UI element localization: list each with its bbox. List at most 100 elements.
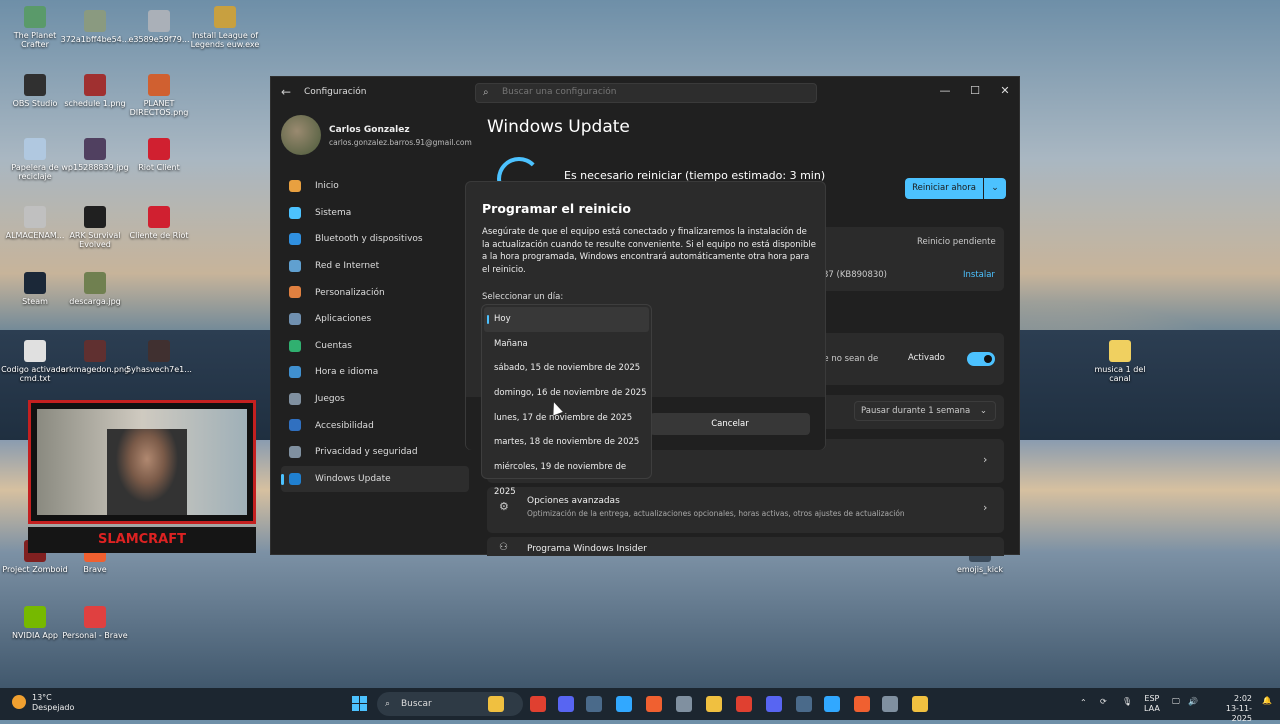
- sidebar-item-label: Hora e idioma: [315, 367, 379, 378]
- chevron-right-icon: ›: [983, 453, 988, 466]
- desktop-icon[interactable]: Personal - Brave: [60, 606, 130, 640]
- title-bar: ← Configuración ⌕ — ☐ ✕: [271, 77, 1021, 107]
- settings-icon[interactable]: [882, 696, 898, 712]
- settings-search[interactable]: ⌕: [475, 83, 817, 103]
- day-option[interactable]: miércoles, 19 de noviembre de 2025: [484, 455, 649, 497]
- desktop-icon[interactable]: wp15288839.jpg: [60, 138, 130, 172]
- sidebar-item-aplicaciones[interactable]: Aplicaciones: [281, 306, 469, 333]
- sidebar-item-cuentas[interactable]: Cuentas: [281, 333, 469, 360]
- desktop-icon[interactable]: ARK Survival Evolved: [60, 206, 130, 249]
- chevron-up-icon[interactable]: ⌃: [1080, 698, 1087, 707]
- advanced-options-card[interactable]: ⚙ Opciones avanzadas Optimización de la …: [487, 487, 1004, 533]
- desktop-icon-label: wp15288839.jpg: [61, 163, 129, 172]
- day-option[interactable]: Mañana: [484, 332, 649, 357]
- close-button[interactable]: ✕: [991, 81, 1019, 101]
- sidebar-item-label: Cuentas: [315, 340, 352, 351]
- sidebar-item-personalizaci-n[interactable]: Personalización: [281, 279, 469, 306]
- desktop-icon[interactable]: Cliente de Riot: [124, 206, 194, 240]
- desktop-icon-image: [24, 606, 46, 628]
- photoshop-icon[interactable]: [616, 696, 632, 712]
- day-option[interactable]: domingo, 16 de noviembre de 2025: [484, 381, 649, 406]
- sidebar-item-accesibilidad[interactable]: Accesibilidad: [281, 412, 469, 439]
- discord-icon[interactable]: [766, 696, 782, 712]
- photoshop-icon[interactable]: [824, 696, 840, 712]
- steam-icon[interactable]: [796, 696, 812, 712]
- volume-icon[interactable]: 🔊: [1188, 697, 1198, 706]
- chrome-icon[interactable]: [530, 696, 546, 712]
- clock-date: 13-11-2025: [1225, 704, 1252, 723]
- restart-options-dropdown[interactable]: ⌄: [984, 178, 1006, 199]
- desktop-icon-image: [24, 340, 46, 362]
- maximize-button[interactable]: ☐: [961, 81, 989, 101]
- microphone-icon[interactable]: 🎙: [1122, 697, 1132, 706]
- brave-icon[interactable]: [646, 696, 662, 712]
- latest-updates-toggle[interactable]: [967, 352, 995, 366]
- restart-now-button[interactable]: Reiniciar ahora: [905, 178, 983, 199]
- network-icon[interactable]: 🖵: [1172, 697, 1180, 707]
- desktop-icon-label: PLANET DIRECTOS.png: [129, 99, 189, 117]
- webcam-person: [107, 429, 187, 515]
- chevron-down-icon: ⌄: [979, 406, 987, 416]
- pause-select[interactable]: Pausar durante 1 semana ⌄: [854, 401, 996, 421]
- desktop-icon-image: [148, 138, 170, 160]
- sidebar-item-juegos[interactable]: Juegos: [281, 386, 469, 413]
- user-profile[interactable]: Carlos Gonzalez carlos.gonzalez.barros.9…: [281, 115, 472, 157]
- day-option[interactable]: martes, 18 de noviembre de 2025: [484, 430, 649, 455]
- sidebar-item-bluetooth-y-dispositivos[interactable]: Bluetooth y dispositivos: [281, 226, 469, 253]
- desktop-icon[interactable]: e3589e59f79...: [124, 10, 194, 44]
- insider-title: Programa Windows Insider: [527, 544, 647, 554]
- windows-start-icon[interactable]: [352, 696, 368, 712]
- day-option[interactable]: sábado, 15 de noviembre de 2025: [484, 356, 649, 381]
- day-option[interactable]: lunes, 17 de noviembre de 2025: [484, 406, 649, 431]
- desktop-icon[interactable]: schedule 1.png: [60, 74, 130, 108]
- desktop-icon[interactable]: Riot Client: [124, 138, 194, 172]
- brave-icon[interactable]: [854, 696, 870, 712]
- weather-temp: 13°C: [32, 693, 52, 702]
- notification-icon[interactable]: 🔔: [1262, 696, 1272, 705]
- desktop-icon[interactable]: Install League of Legends euw.exe: [190, 6, 260, 49]
- cancel-button[interactable]: Cancelar: [650, 413, 810, 435]
- sidebar-item-icon: [289, 286, 301, 299]
- desktop-icon[interactable]: 372a1bff4be54...: [60, 10, 130, 44]
- user-email: carlos.gonzalez.barros.91@gmail.com: [329, 138, 472, 147]
- install-link[interactable]: Instalar: [963, 270, 995, 280]
- desktop-icon-label: Brave: [83, 565, 107, 574]
- desktop-icon-image: [84, 138, 106, 160]
- settings-icon[interactable]: [676, 696, 692, 712]
- desktop-icon-label: ARK Survival Evolved: [69, 231, 121, 249]
- weather-sun-icon: [12, 695, 26, 709]
- sidebar-item-privacidad-y-seguridad[interactable]: Privacidad y seguridad: [281, 439, 469, 466]
- desktop-icon-image: [84, 606, 106, 628]
- search-input[interactable]: [502, 87, 802, 97]
- advanced-desc: Optimización de la entrega, actualizacio…: [527, 509, 905, 518]
- sidebar-item-red-e-internet[interactable]: Red e Internet: [281, 253, 469, 280]
- desktop-icon[interactable]: PLANET DIRECTOS.png: [124, 74, 194, 117]
- desktop-icon-label: Cliente de Riot: [129, 231, 189, 240]
- kb-label: 37 (KB890830): [823, 270, 888, 280]
- sidebar-item-hora-e-idioma[interactable]: Hora e idioma: [281, 359, 469, 386]
- steam-icon[interactable]: [586, 696, 602, 712]
- back-arrow-icon[interactable]: ←: [281, 85, 291, 99]
- day-option[interactable]: Hoy: [484, 307, 649, 332]
- language-indicator[interactable]: ESP LAA: [1144, 694, 1160, 714]
- chrome-icon[interactable]: [736, 696, 752, 712]
- sync-icon[interactable]: ⟳: [1100, 697, 1107, 706]
- file-explorer-icon[interactable]: [706, 696, 722, 712]
- weather-widget[interactable]: 13°C Despejado: [12, 693, 74, 713]
- desktop-icon[interactable]: arkmagedon.png: [60, 340, 130, 374]
- sidebar-item-inicio[interactable]: Inicio: [281, 173, 469, 200]
- taskbar-search-label: Buscar: [401, 699, 432, 709]
- sidebar-item-sistema[interactable]: Sistema: [281, 200, 469, 227]
- desktop-icon-label: e3589e59f79...: [128, 35, 190, 44]
- desktop-icon[interactable]: 5yhasvech7e1...: [124, 340, 194, 374]
- discord-icon[interactable]: [558, 696, 574, 712]
- minimize-button[interactable]: —: [931, 81, 959, 101]
- file-explorer-icon[interactable]: [912, 696, 928, 712]
- file-explorer-icon[interactable]: [488, 696, 504, 712]
- sidebar-item-windows-update[interactable]: Windows Update: [281, 465, 469, 493]
- desktop-icon[interactable]: musica 1 del canal: [1085, 340, 1155, 383]
- desktop-icon[interactable]: descarga.jpg: [60, 272, 130, 306]
- day-dropdown-list: Hoy Mañana sábado, 15 de noviembre de 2025…: [481, 304, 652, 497]
- insider-card[interactable]: ⚇ Programa Windows Insider: [487, 537, 1004, 556]
- advanced-title: Opciones avanzadas: [527, 496, 620, 506]
